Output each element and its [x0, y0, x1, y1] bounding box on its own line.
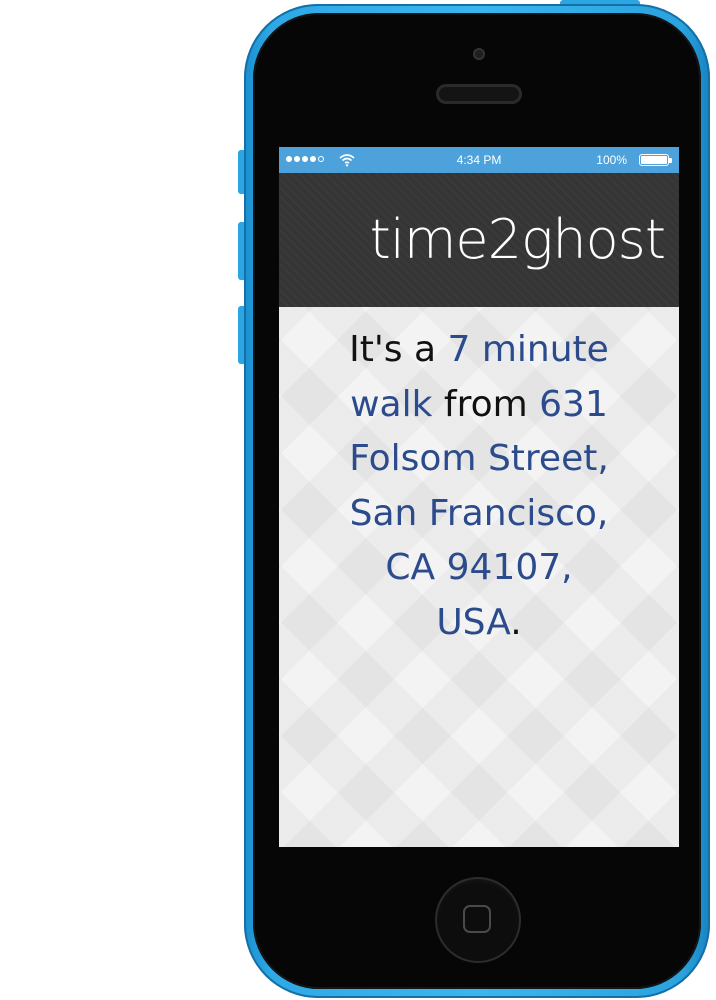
- home-button-icon[interactable]: [435, 877, 521, 963]
- message-suffix: .: [510, 601, 522, 643]
- status-bar: 4:34 PM 100%: [279, 147, 679, 173]
- travel-mode: walk: [350, 383, 433, 425]
- front-camera: [473, 48, 485, 60]
- battery-percentage: 100%: [596, 153, 627, 167]
- home-button-square: [463, 905, 491, 933]
- app-header: time2ghost: [279, 173, 679, 307]
- battery-tip: [669, 158, 672, 163]
- walk-time-message: It's a 7 minute walk from 631 Folsom Str…: [339, 323, 619, 650]
- walk-duration: 7 minute: [447, 329, 609, 370]
- phone-screen: 4:34 PM 100% time2ghost It's a 7 minute …: [279, 147, 679, 847]
- message-connector: from: [443, 383, 528, 425]
- main-content: It's a 7 minute walk from 631 Folsom Str…: [279, 307, 679, 847]
- message-prefix: It's a: [349, 329, 437, 370]
- app-logo: time2ghost: [369, 208, 666, 271]
- battery-icon: [639, 154, 669, 166]
- earpiece-speaker: [436, 84, 522, 104]
